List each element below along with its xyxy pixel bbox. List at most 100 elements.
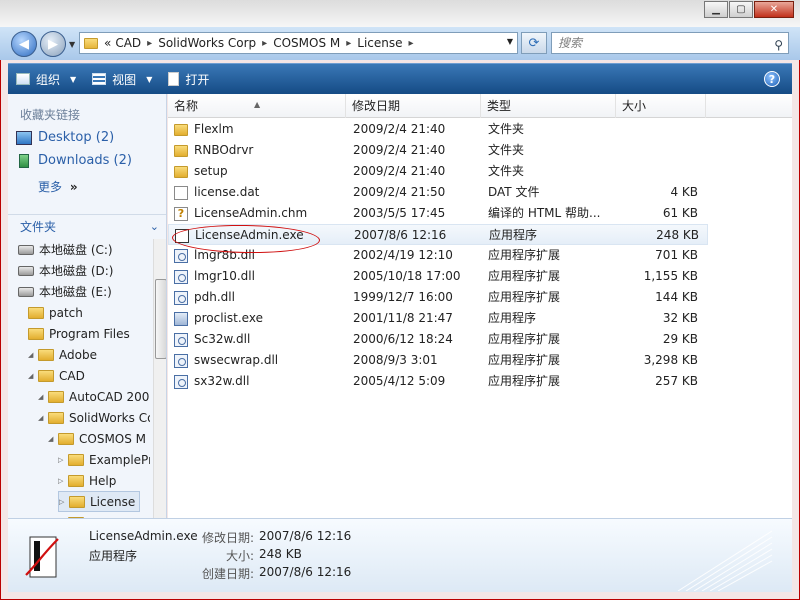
expand-icon[interactable]: ◢ <box>28 372 38 380</box>
tree-item[interactable]: patch <box>18 302 83 323</box>
column-header-date[interactable]: 修改日期 <box>346 94 481 118</box>
address-bar[interactable]: « CAD ▸ SolidWorks Corp ▸ COSMOS M ▸ Lic… <box>79 32 518 54</box>
dll-icon <box>174 248 188 263</box>
folder-icon <box>174 165 188 178</box>
file-row[interactable]: lmgr10.dll 2005/10/18 17:00 应用程序扩展 1,155 KB <box>168 266 708 287</box>
tree-item[interactable]: ◢ SolidWorks Co <box>38 407 150 428</box>
chevron-down-icon: ⌄ <box>149 220 159 233</box>
open-icon <box>168 72 180 86</box>
breadcrumb-cad[interactable]: CAD <box>111 36 145 50</box>
file-row[interactable]: swsecwrap.dll 2008/9/3 3:01 应用程序扩展 3,298 KB <box>168 350 708 371</box>
details-modified-label: 修改日期: <box>201 531 254 545</box>
tree-item[interactable]: 本地磁盘 (C:) <box>8 239 113 260</box>
file-row[interactable]: RNBOdrvr 2009/2/4 21:40 文件夹 <box>168 140 708 161</box>
breadcrumb-separator-icon[interactable]: ▸ <box>344 38 353 49</box>
column-header-size[interactable]: 大小 <box>616 94 706 118</box>
search-icon[interactable]: ⚲ <box>774 35 783 55</box>
file-size: 257 KB <box>655 374 698 388</box>
expand-icon[interactable]: ▷ <box>59 498 69 506</box>
tree-scrollbar[interactable] <box>153 239 166 518</box>
tree-item[interactable]: ◢ CAD <box>28 365 85 386</box>
file-type: 应用程序 <box>488 311 537 325</box>
tree-item[interactable]: ▷ License <box>58 491 141 512</box>
expand-icon[interactable]: ◢ <box>48 435 58 443</box>
file-row[interactable]: pdh.dll 1999/12/7 16:00 应用程序扩展 144 KB <box>168 287 708 308</box>
expand-icon[interactable]: ◢ <box>38 414 48 422</box>
minimize-button[interactable]: ▁ <box>704 1 728 18</box>
tree-item[interactable]: ◢ COSMOS M <box>48 428 146 449</box>
column-header-label: 类型 <box>487 99 512 113</box>
file-name-cell: Flexlm <box>174 119 344 140</box>
tree-item[interactable]: ◢ Adobe <box>28 344 97 365</box>
chevron-down-icon: ▼ <box>146 74 153 84</box>
tree-item[interactable]: Program Files <box>18 323 130 344</box>
file-row[interactable]: setup 2009/2/4 21:40 文件夹 <box>168 161 708 182</box>
tree-item[interactable]: ◢ AutoCAD 2009 <box>38 386 150 407</box>
sidebar-item-desktop[interactable]: Desktop (2) <box>16 130 114 145</box>
file-date: 2009/2/4 21:40 <box>353 122 446 136</box>
column-header-row: 名称 ▲ 修改日期 类型 大小 <box>168 94 792 118</box>
file-row[interactable]: license.dat 2009/2/4 21:50 DAT 文件 4 KB <box>168 182 708 203</box>
forward-button[interactable]: ▶ <box>40 31 66 57</box>
decorative-swoosh <box>677 530 773 591</box>
document-icon <box>174 185 188 200</box>
file-name: sx32w.dll <box>194 374 250 388</box>
sidebar-item-downloads[interactable]: Downloads (2) <box>16 153 132 168</box>
expand-icon[interactable]: ▷ <box>58 477 68 485</box>
organize-menu[interactable]: 组织 ▼ <box>8 64 84 94</box>
search-placeholder: 搜索 <box>558 36 583 50</box>
folders-header[interactable]: 文件夹 ⌄ <box>8 214 166 238</box>
tree-item[interactable]: ▷ Help <box>58 470 116 491</box>
folder-icon <box>174 144 188 157</box>
back-button[interactable]: ◀ <box>11 31 37 57</box>
file-row[interactable]: sx32w.dll 2005/4/12 5:09 应用程序扩展 257 KB <box>168 371 708 392</box>
tree-item[interactable]: 本地磁盘 (E:) <box>8 281 112 302</box>
command-bar: 组织 ▼ 视图 ▼ 打开 ? <box>8 63 792 94</box>
column-header-type[interactable]: 类型 <box>481 94 616 118</box>
file-type: 文件夹 <box>488 164 525 178</box>
file-date: 2009/2/4 21:40 <box>353 164 446 178</box>
more-link[interactable]: 更多 » <box>38 178 78 195</box>
views-menu[interactable]: 视图 ▼ <box>84 64 160 94</box>
tree-item[interactable]: 本地磁盘 (D:) <box>8 260 113 281</box>
file-name: RNBOdrvr <box>194 143 254 157</box>
breadcrumb-separator-icon[interactable]: ▸ <box>407 38 416 49</box>
file-list: 名称 ▲ 修改日期 类型 大小 Flexlm 2009/2/4 21:40 文件夹 R… <box>168 94 792 518</box>
folder-icon <box>38 348 54 361</box>
dll-icon <box>174 353 188 368</box>
refresh-button[interactable]: ⟳ <box>521 32 547 54</box>
file-row[interactable]: Flexlm 2009/2/4 21:40 文件夹 <box>168 119 708 140</box>
scrollbar-thumb[interactable] <box>155 279 166 359</box>
tree-item-label: Program Files <box>49 326 130 341</box>
file-row[interactable]: Sc32w.dll 2000/6/12 18:24 应用程序扩展 29 KB <box>168 329 708 350</box>
breadcrumb-solidworks[interactable]: SolidWorks Corp <box>154 36 260 50</box>
file-name: proclist.exe <box>194 311 263 325</box>
address-dropdown-icon[interactable]: ▼ <box>507 37 513 46</box>
organize-icon <box>16 73 30 85</box>
help-button[interactable]: ? <box>764 71 780 87</box>
maximize-button[interactable]: ▢ <box>729 1 753 18</box>
open-button[interactable]: 打开 <box>160 64 217 94</box>
recent-pages-dropdown[interactable]: ▼ <box>69 40 75 49</box>
folder-icon <box>84 37 98 49</box>
search-input[interactable]: 搜索 ⚲ <box>551 32 789 54</box>
expand-icon[interactable]: ◢ <box>38 393 48 401</box>
column-header-name[interactable]: 名称 ▲ <box>168 94 346 118</box>
breadcrumb-separator-icon[interactable]: ▸ <box>260 38 269 49</box>
help-file-icon: ? <box>174 206 188 221</box>
breadcrumb-separator-icon[interactable]: ▸ <box>145 38 154 49</box>
file-row[interactable]: proclist.exe 2001/11/8 21:47 应用程序 32 KB <box>168 308 708 329</box>
address-overflow-chevron[interactable]: « <box>104 36 111 50</box>
breadcrumb-cosmos[interactable]: COSMOS M <box>269 36 344 50</box>
file-size: 144 KB <box>655 290 698 304</box>
expand-icon[interactable]: ▷ <box>58 456 68 464</box>
views-icon <box>92 73 107 85</box>
tree-item[interactable]: ▷ ExamplePrc <box>58 449 150 470</box>
open-label: 打开 <box>185 72 210 87</box>
file-row[interactable]: ? LicenseAdmin.chm 2003/5/5 17:45 编译的 HTML … <box>168 203 708 224</box>
file-date: 2009/2/4 21:50 <box>353 185 446 199</box>
file-name-cell: swsecwrap.dll <box>174 350 344 371</box>
close-button[interactable]: ✕ <box>754 1 794 18</box>
expand-icon[interactable]: ◢ <box>28 351 38 359</box>
breadcrumb-license[interactable]: License <box>353 36 406 50</box>
